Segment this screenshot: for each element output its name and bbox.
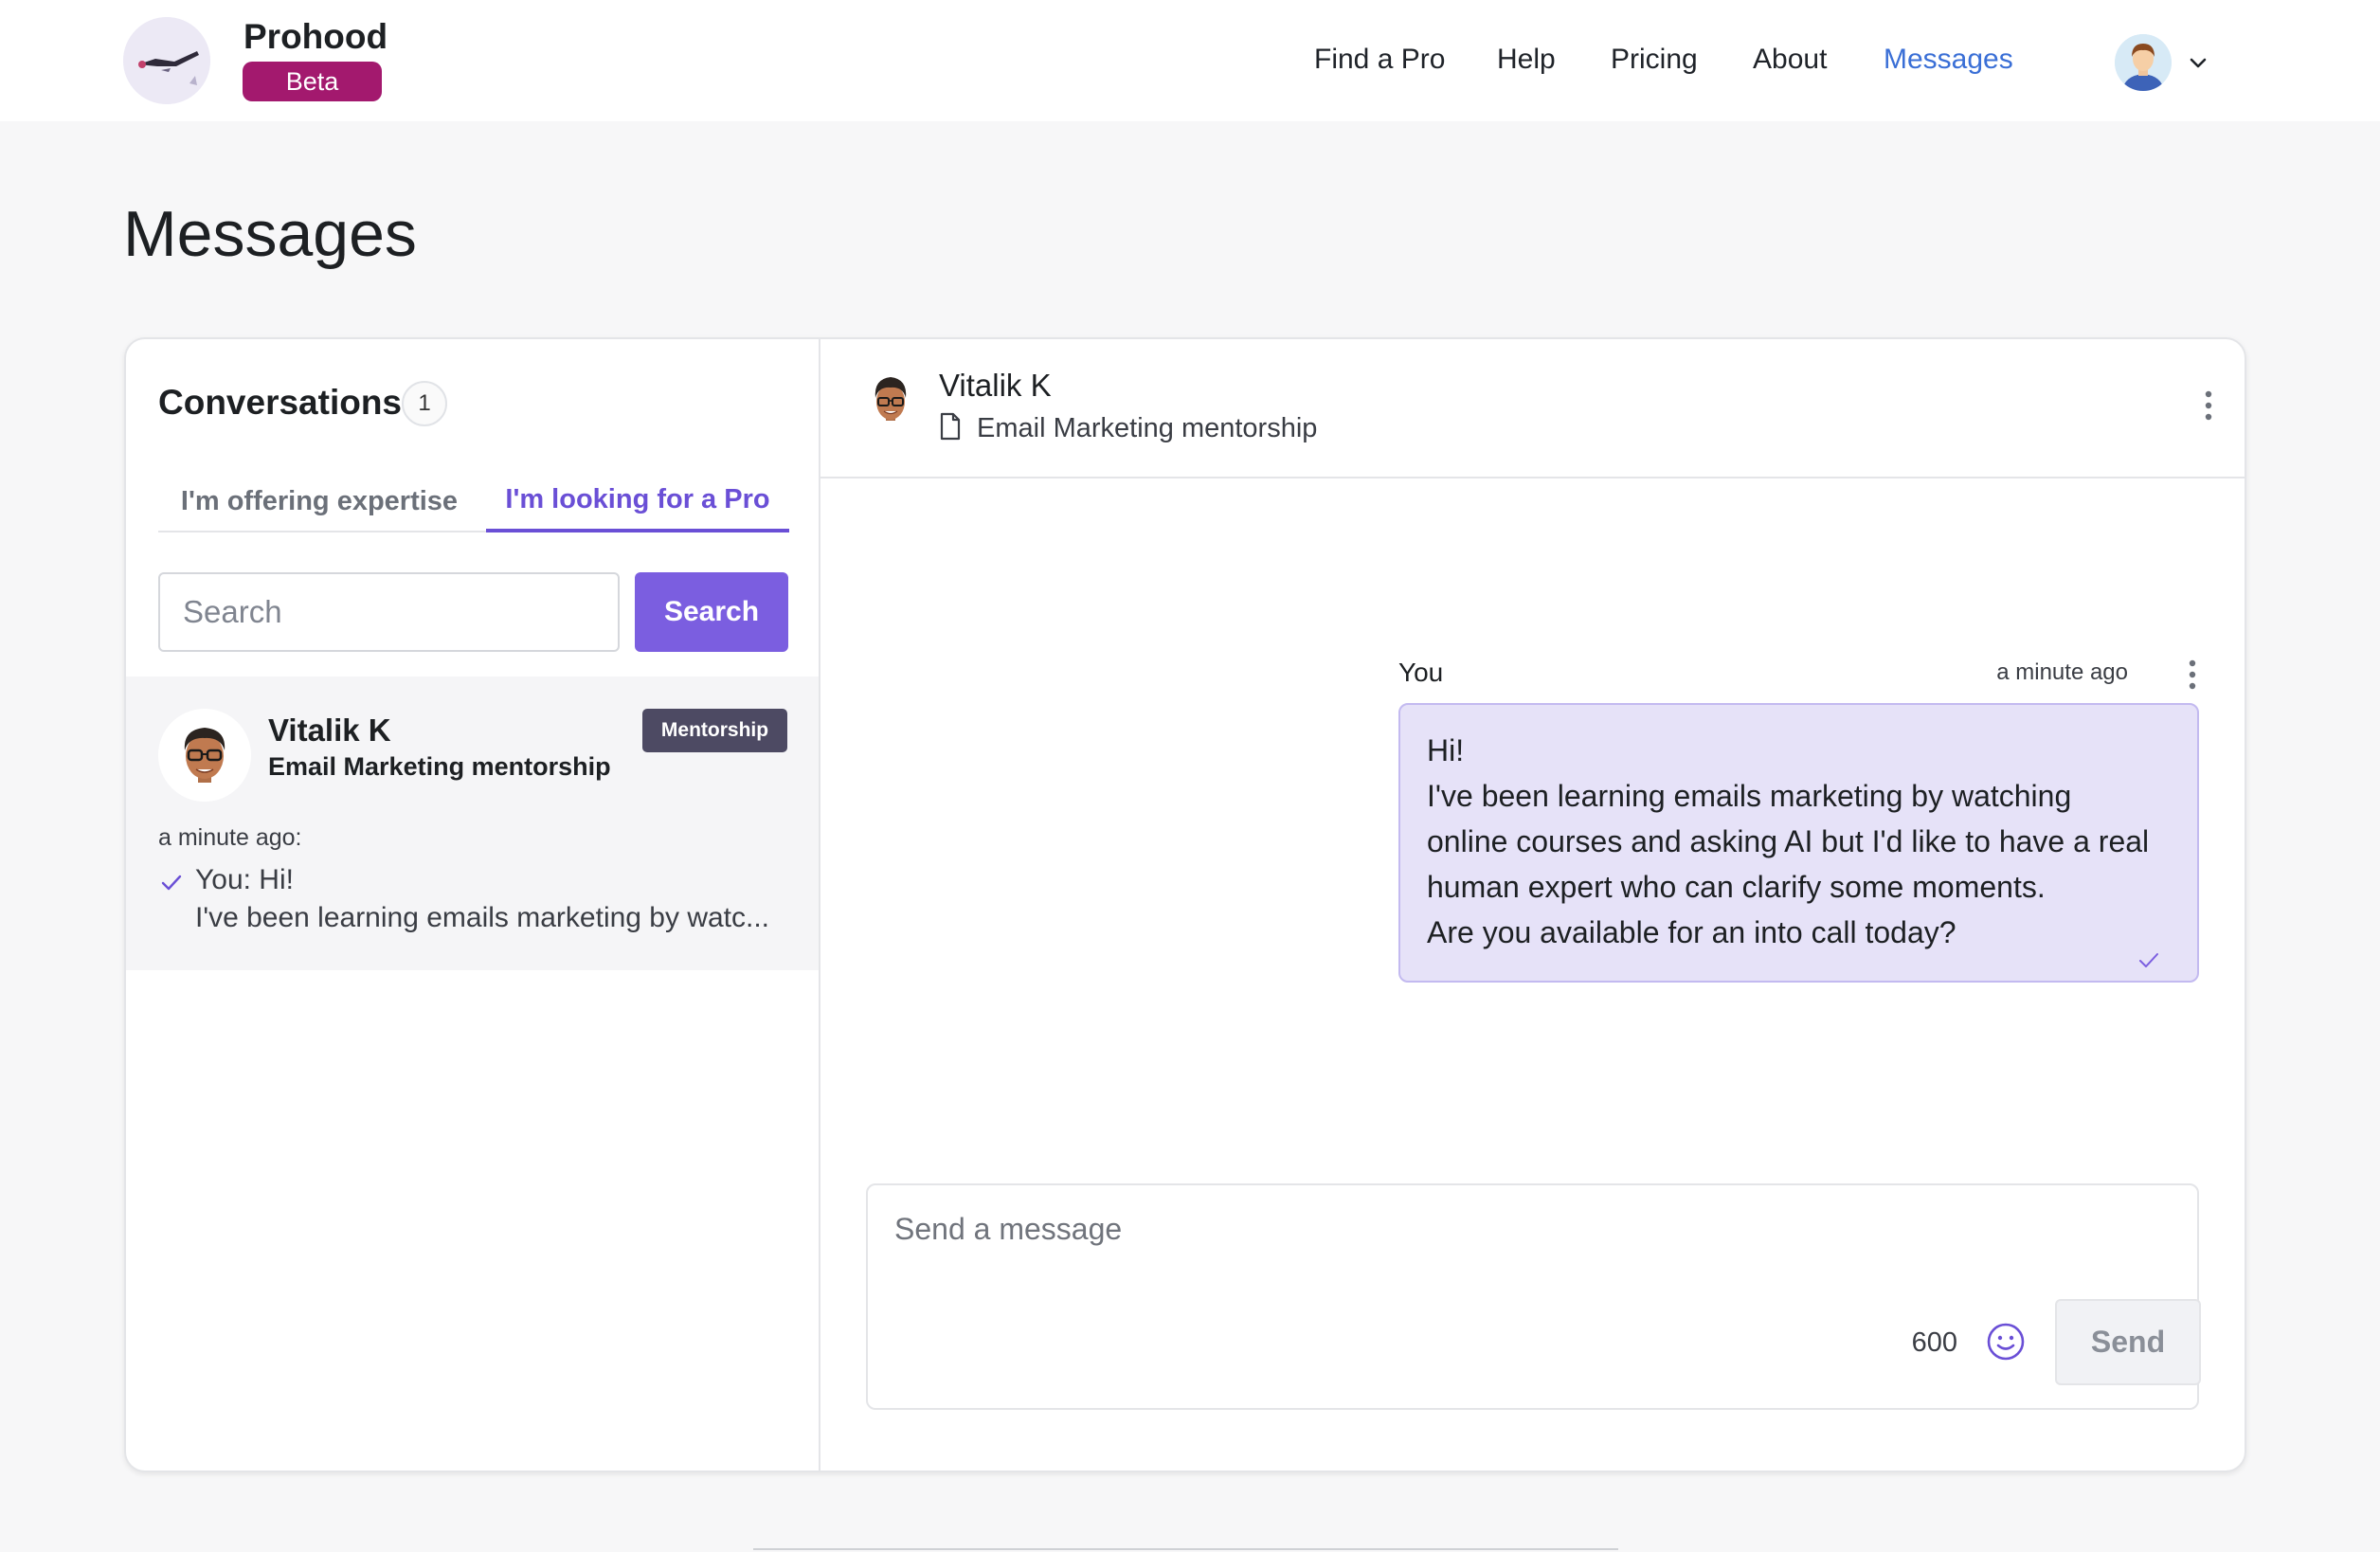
message-line: I've been learning emails marketing by w… [1427,779,2072,813]
footer-divider [753,1548,1618,1550]
conversation-list-item[interactable]: Vitalik K Email Marketing mentorship Men… [126,677,819,970]
tab-looking-for-pro[interactable]: I'm looking for a Pro [486,470,789,532]
messages-card: Conversations 1 I'm offering expertise I… [124,337,2246,1472]
chat-contact-name: Vitalik K [939,368,1052,403]
message-kebab-menu-icon[interactable] [2183,656,2202,694]
delivered-check-icon [2139,953,2158,967]
chat-pane: Vitalik K Email Marketing mentorship You… [820,339,2245,1471]
message-sender: You [1398,658,1444,687]
message-line: online courses and asking AI but I'd lik… [1427,824,2150,858]
chat-subject: Email Marketing mentorship [977,413,1318,443]
prohood-logo-icon[interactable] [123,17,210,104]
document-icon [940,412,961,441]
conversation-preview-line1: You: Hi! [195,864,294,895]
nav-messages[interactable]: Messages [1884,44,2013,76]
contact-avatar [158,709,251,802]
search-button[interactable]: Search [635,572,788,652]
chat-contact-avatar [862,368,919,436]
user-avatar-icon[interactable] [2115,34,2172,91]
brand-name[interactable]: Prohood [243,17,388,57]
beta-badge: Beta [243,62,382,101]
conversation-preview-line2: I've been learning emails marketing by w… [195,902,770,933]
nav-help[interactable]: Help [1497,44,1556,76]
contact-name: Vitalik K [268,713,391,748]
message-line: Hi! [1427,733,1465,767]
message-bubble: Hi! I've been learning emails marketing … [1398,703,2199,983]
conversation-time: a minute ago: [158,824,302,851]
nav-about[interactable]: About [1753,44,1827,76]
conversation-tabs: I'm offering expertise I'm looking for a… [158,470,789,532]
message-line: Are you available for an into call today… [1427,915,1956,949]
chevron-down-icon[interactable] [2185,49,2211,76]
conversations-count-badge: 1 [402,381,447,426]
chat-header: Vitalik K Email Marketing mentorship [820,339,2245,478]
message-line: human expert who can clarify some moment… [1427,870,2046,904]
page-title: Messages [123,198,417,270]
emoji-icon[interactable] [1984,1320,2028,1363]
tab-offering-expertise[interactable]: I'm offering expertise [158,470,480,532]
send-button[interactable]: Send [2055,1299,2201,1385]
check-icon [161,875,182,891]
conversation-subject: Email Marketing mentorship [268,752,611,781]
message-composer: 600 Send [866,1183,2201,1410]
mentorship-badge: Mentorship [642,709,787,752]
top-navigation-bar: Prohood Beta Find a Pro Help Pricing Abo… [0,0,2380,121]
character-counter: 600 [1911,1327,1957,1358]
message-input[interactable] [868,1185,2197,1299]
conversations-title: Conversations [158,383,403,422]
message-time: a minute ago [1996,659,2128,685]
nav-find-a-pro[interactable]: Find a Pro [1314,44,1445,76]
kebab-menu-icon[interactable] [2199,387,2218,424]
search-input[interactable] [158,572,620,652]
conversations-pane: Conversations 1 I'm offering expertise I… [126,339,820,1471]
nav-pricing[interactable]: Pricing [1611,44,1698,76]
